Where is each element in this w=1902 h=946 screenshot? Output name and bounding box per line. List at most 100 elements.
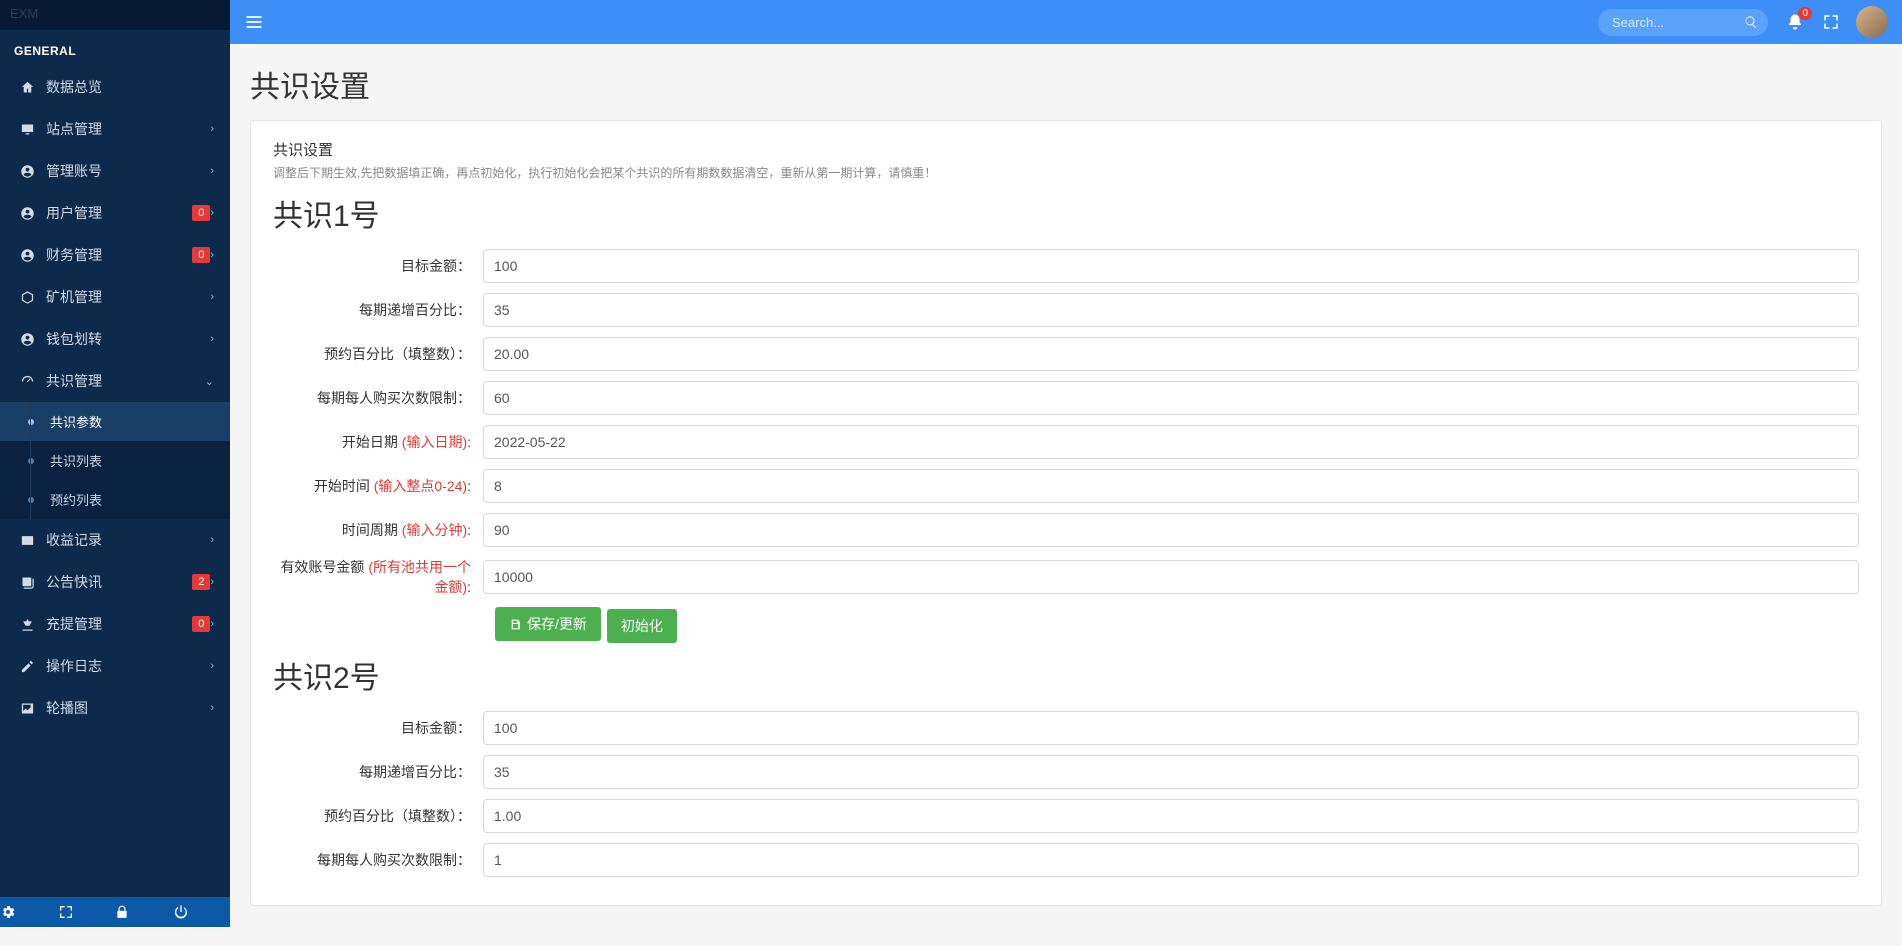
sidebar-item-8[interactable]: 收益记录› <box>0 519 230 561</box>
sidebar-item-label: 共识管理 <box>46 371 205 391</box>
brand-text: EXM <box>10 6 38 21</box>
init-button[interactable]: 初始化 <box>607 609 677 643</box>
user-circle-icon <box>16 206 38 221</box>
sidebar-item-4[interactable]: 财务管理0› <box>0 234 230 276</box>
home-icon <box>16 80 38 95</box>
dot-icon <box>28 497 34 503</box>
sidebar-badge: 0 <box>192 247 210 263</box>
sidebar-subitem-7-1[interactable]: 共识列表 <box>0 441 230 480</box>
form-input-0-2[interactable] <box>483 337 1859 371</box>
sidebar-item-11[interactable]: 操作日志› <box>0 645 230 687</box>
sidebar-subitem-7-0[interactable]: 共识参数 <box>0 402 230 441</box>
sidebar-item-7[interactable]: 共识管理⌄ <box>0 360 230 402</box>
form-input-0-3[interactable] <box>483 381 1859 415</box>
sidebar-badge: 0 <box>192 616 210 632</box>
sidebar-item-label: 矿机管理 <box>46 287 210 307</box>
sidebar-item-label: 轮播图 <box>46 698 210 718</box>
chevron-right-icon: › <box>210 576 214 588</box>
chevron-right-icon: › <box>210 123 214 135</box>
chevron-right-icon: › <box>210 660 214 672</box>
footer-expand-icon[interactable] <box>58 898 116 926</box>
chevron-right-icon: › <box>210 291 214 303</box>
sidebar-item-12[interactable]: 轮播图› <box>0 687 230 729</box>
sidebar-item-label: 收益记录 <box>46 530 210 550</box>
form-row-1-1: 每期递增百分比： <box>273 755 1859 789</box>
panel-head: 共识设置 <box>273 139 1859 160</box>
sidebar-item-6[interactable]: 钱包划转› <box>0 318 230 360</box>
fullscreen-icon[interactable] <box>1822 13 1840 31</box>
user-circle-icon <box>16 164 38 179</box>
section-title-0: 共识1号 <box>273 191 1859 235</box>
form-input-0-0[interactable] <box>483 249 1859 283</box>
sidebar: GENERAL 数据总览站点管理›管理账号›用户管理0›财务管理0›矿机管理›钱… <box>0 30 230 897</box>
sidebar-item-0[interactable]: 数据总览 <box>0 66 230 108</box>
sidebar-badge: 2 <box>192 574 210 590</box>
sidebar-item-1[interactable]: 站点管理› <box>0 108 230 150</box>
sidebar-item-5[interactable]: 矿机管理› <box>0 276 230 318</box>
edit-icon <box>16 659 38 674</box>
main-content: 共识设置 共识设置 调整后下期生效,先把数据填正确，再点初始化，执行初始化会把某… <box>230 44 1902 946</box>
sidebar-subitem-label: 预约列表 <box>50 490 102 509</box>
form-row-0-6: 时间周期 (输入分钟): <box>273 513 1859 547</box>
form-input-1-1[interactable] <box>483 755 1859 789</box>
dot-icon <box>28 458 34 464</box>
notification-bell-icon[interactable]: 0 <box>1786 13 1804 31</box>
user-circle-icon <box>16 248 38 263</box>
scale-icon <box>16 617 38 632</box>
form-label: 开始日期 (输入日期): <box>273 432 483 452</box>
search-input[interactable] <box>1598 9 1768 36</box>
form-input-0-5[interactable] <box>483 469 1859 503</box>
sidebar-item-label: 操作日志 <box>46 656 210 676</box>
sidebar-item-2[interactable]: 管理账号› <box>0 150 230 192</box>
card-icon <box>16 533 38 548</box>
cube-icon <box>16 290 38 305</box>
panel-desc: 调整后下期生效,先把数据填正确，再点初始化，执行初始化会把某个共识的所有期数数据… <box>273 164 1859 181</box>
form-input-1-2[interactable] <box>483 799 1859 833</box>
menu-toggle-icon[interactable] <box>244 12 264 32</box>
sidebar-item-10[interactable]: 充提管理0› <box>0 603 230 645</box>
page-title: 共识设置 <box>250 62 1882 106</box>
panel: 共识设置 调整后下期生效,先把数据填正确，再点初始化，执行初始化会把某个共识的所… <box>250 120 1882 906</box>
sidebar-item-label: 财务管理 <box>46 245 188 265</box>
chevron-right-icon: › <box>210 333 214 345</box>
form-row-0-3: 每期每人购买次数限制： <box>273 381 1859 415</box>
form-input-1-0[interactable] <box>483 711 1859 745</box>
topbar: 0 <box>230 0 1902 44</box>
footer-power-icon[interactable] <box>173 898 231 926</box>
brand-bar: EXM <box>0 0 230 30</box>
search-wrap <box>1598 9 1768 36</box>
save-button[interactable]: 保存/更新 <box>495 607 601 641</box>
form-row-0-4: 开始日期 (输入日期): <box>273 425 1859 459</box>
form-input-0-4[interactable] <box>483 425 1859 459</box>
form-input-0-7[interactable] <box>483 560 1859 594</box>
button-row-0: 保存/更新初始化 <box>495 607 1859 643</box>
sidebar-item-label: 公告快讯 <box>46 572 188 592</box>
sidebar-item-label: 管理账号 <box>46 161 210 181</box>
sidebar-subitem-label: 共识列表 <box>50 451 102 470</box>
form-label: 预约百分比（填整数）： <box>273 344 483 364</box>
form-input-1-3[interactable] <box>483 843 1859 877</box>
form-label: 预约百分比（填整数）： <box>273 806 483 826</box>
sidebar-item-9[interactable]: 公告快讯2› <box>0 561 230 603</box>
sidebar-item-3[interactable]: 用户管理0› <box>0 192 230 234</box>
sidebar-subitem-7-2[interactable]: 预约列表 <box>0 480 230 519</box>
sidebar-item-label: 用户管理 <box>46 203 188 223</box>
footer-lock-icon[interactable] <box>115 899 173 925</box>
search-icon[interactable] <box>1744 15 1758 29</box>
sidebar-subitem-label: 共识参数 <box>50 412 102 431</box>
sidebar-badge: 0 <box>192 205 210 221</box>
form-label: 目标金额： <box>273 718 483 738</box>
chevron-down-icon: ⌄ <box>205 375 214 388</box>
form-row-0-1: 每期递增百分比： <box>273 293 1859 327</box>
avatar[interactable] <box>1856 6 1888 38</box>
footer-bar <box>0 897 230 927</box>
dot-icon <box>28 419 34 425</box>
form-input-0-1[interactable] <box>483 293 1859 327</box>
sidebar-item-label: 钱包划转 <box>46 329 210 349</box>
form-label: 有效账号金额 (所有池共用一个金额): <box>273 557 483 597</box>
footer-settings-icon[interactable] <box>0 898 58 926</box>
form-row-0-7: 有效账号金额 (所有池共用一个金额): <box>273 557 1859 597</box>
form-input-0-6[interactable] <box>483 513 1859 547</box>
sidebar-item-label: 站点管理 <box>46 119 210 139</box>
gauge-icon <box>16 374 38 389</box>
